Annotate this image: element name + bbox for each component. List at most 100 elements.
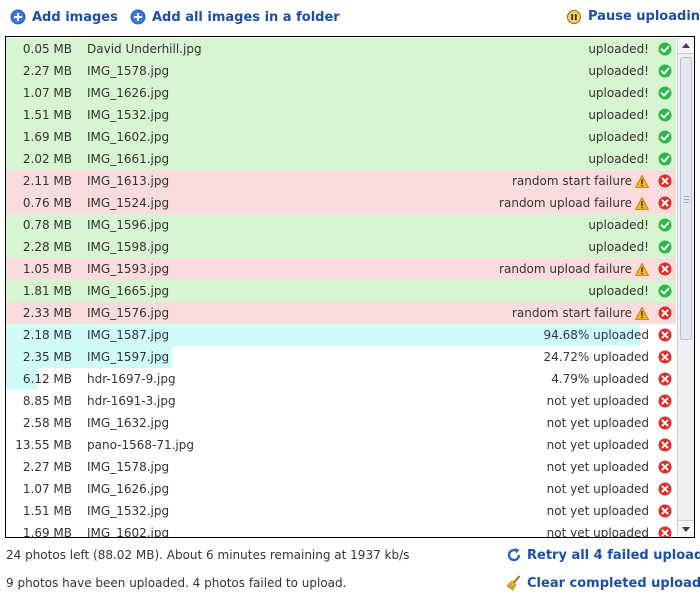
scroll-down-button[interactable] (678, 520, 694, 537)
file-size: 8.85 MB (22, 394, 72, 408)
upload-status: random upload failure (499, 192, 649, 214)
file-name: IMG_1532.jpg (87, 108, 170, 122)
check-icon (658, 240, 672, 254)
file-name: pano-1568-71.jpg (87, 438, 194, 452)
file-name: IMG_1626.jpg (87, 482, 170, 496)
remove-icon[interactable] (658, 306, 672, 320)
remove-icon[interactable] (658, 526, 672, 538)
plus-circle-icon (130, 9, 146, 25)
upload-status: uploaded! (588, 126, 649, 148)
upload-list[interactable]: 0.05 MB David Underhill.jpg uploaded! 2.27 … (5, 36, 695, 538)
upload-status: random upload failure (499, 258, 649, 280)
check-icon (658, 64, 672, 78)
upload-status-text: not yet uploaded (546, 526, 649, 538)
upload-status: uploaded! (588, 236, 649, 258)
check-icon (658, 218, 672, 232)
upload-status: uploaded! (588, 104, 649, 126)
pause-icon (567, 9, 581, 24)
remove-icon[interactable] (658, 482, 672, 496)
scroll-thumb[interactable] (680, 57, 692, 340)
file-size: 2.58 MB (22, 416, 72, 430)
remove-icon[interactable] (658, 262, 672, 276)
scroll-up-button[interactable] (678, 37, 694, 54)
add-images-button[interactable]: Add images (10, 9, 118, 25)
remove-icon[interactable] (658, 174, 672, 188)
upload-row: 6.12 MB hdr-1697-9.jpg 4.79% uploaded (6, 368, 676, 390)
file-size: 0.76 MB (22, 196, 72, 210)
file-name: IMG_1598.jpg (87, 240, 170, 254)
file-size: 2.35 MB (22, 350, 72, 364)
upload-status-text: random upload failure (499, 196, 632, 210)
scrollbar[interactable] (677, 37, 694, 537)
upload-status: not yet uploaded (546, 522, 649, 538)
file-name: IMG_1626.jpg (87, 86, 170, 100)
file-size: 1.05 MB (22, 262, 72, 276)
remove-icon[interactable] (658, 372, 672, 386)
remove-icon[interactable] (658, 350, 672, 364)
remove-icon[interactable] (658, 394, 672, 408)
file-name: IMG_1587.jpg (87, 328, 170, 342)
upload-status-text: uploaded! (588, 86, 649, 100)
upload-status: uploaded! (588, 280, 649, 302)
file-size: 6.12 MB (22, 372, 72, 386)
upload-status-text: uploaded! (588, 64, 649, 78)
file-name: IMG_1596.jpg (87, 218, 170, 232)
check-icon (658, 86, 672, 100)
upload-status-text: uploaded! (588, 152, 649, 166)
retry-failed-button[interactable]: Retry all 4 failed uploads (506, 547, 700, 563)
upload-row: 2.27 MB IMG_1578.jpg not yet uploaded (6, 456, 676, 478)
upload-status-text: 94.68% uploaded (543, 328, 649, 342)
file-size: 1.81 MB (22, 284, 72, 298)
remove-icon[interactable] (658, 460, 672, 474)
file-size: 2.02 MB (22, 152, 72, 166)
file-name: hdr-1691-3.jpg (87, 394, 176, 408)
grip-icon (684, 196, 689, 205)
upload-status-text: not yet uploaded (546, 416, 649, 430)
file-size: 13.55 MB (15, 438, 72, 452)
upload-status: 94.68% uploaded (544, 324, 649, 346)
upload-status-text: random upload failure (499, 262, 632, 276)
file-size: 0.05 MB (22, 42, 72, 56)
upload-rows: 0.05 MB David Underhill.jpg uploaded! 2.27 … (6, 38, 676, 538)
upload-row: 1.51 MB IMG_1532.jpg not yet uploaded (6, 500, 676, 522)
file-name: IMG_1632.jpg (87, 416, 170, 430)
upload-row: 0.05 MB David Underhill.jpg uploaded! (6, 38, 676, 60)
remove-icon[interactable] (658, 196, 672, 210)
upload-status: not yet uploaded (547, 456, 649, 478)
add-folder-button[interactable]: Add all images in a folder (130, 9, 340, 25)
clear-label: Clear completed uploads (527, 575, 700, 591)
upload-status-text: not yet uploaded (546, 460, 649, 474)
file-name: IMG_1602.jpg (87, 526, 170, 538)
upload-row: 2.27 MB IMG_1578.jpg uploaded! (6, 60, 676, 82)
check-icon (658, 42, 672, 56)
file-size: 2.33 MB (22, 306, 72, 320)
upload-status-text: not yet uploaded (546, 482, 649, 496)
upload-status-text: uploaded! (588, 284, 649, 298)
arrow-down-icon (682, 526, 690, 532)
upload-row: 0.78 MB IMG_1596.jpg uploaded! (6, 214, 676, 236)
toolbar: Add images Add all images in a folder Pa… (0, 0, 700, 36)
upload-row: 1.07 MB IMG_1626.jpg not yet uploaded (6, 478, 676, 500)
file-name: David Underhill.jpg (87, 42, 202, 56)
file-name: IMG_1613.jpg (87, 174, 170, 188)
upload-status-text: not yet uploaded (546, 394, 649, 408)
upload-status-text: uploaded! (588, 42, 649, 56)
upload-row: 2.11 MB IMG_1613.jpg random start failure (6, 170, 676, 192)
remove-icon[interactable] (658, 438, 672, 452)
warning-icon (635, 174, 649, 188)
file-size: 1.69 MB (22, 526, 72, 538)
remove-icon[interactable] (658, 504, 672, 518)
upload-status: uploaded! (588, 214, 649, 236)
remove-icon[interactable] (658, 328, 672, 342)
pause-uploading-button[interactable]: Pause uploading (566, 9, 700, 24)
check-icon (658, 130, 672, 144)
file-name: hdr-1697-9.jpg (87, 372, 176, 386)
clear-completed-button[interactable]: Clear completed uploads (506, 575, 700, 591)
arrow-up-icon (682, 42, 690, 48)
upload-row: 13.55 MB pano-1568-71.jpg not yet uploaded (6, 434, 676, 456)
upload-status: not yet uploaded (547, 500, 649, 522)
remove-icon[interactable] (658, 416, 672, 430)
file-name: IMG_1524.jpg (87, 196, 170, 210)
file-size: 1.51 MB (22, 504, 72, 518)
file-size: 1.69 MB (22, 130, 72, 144)
